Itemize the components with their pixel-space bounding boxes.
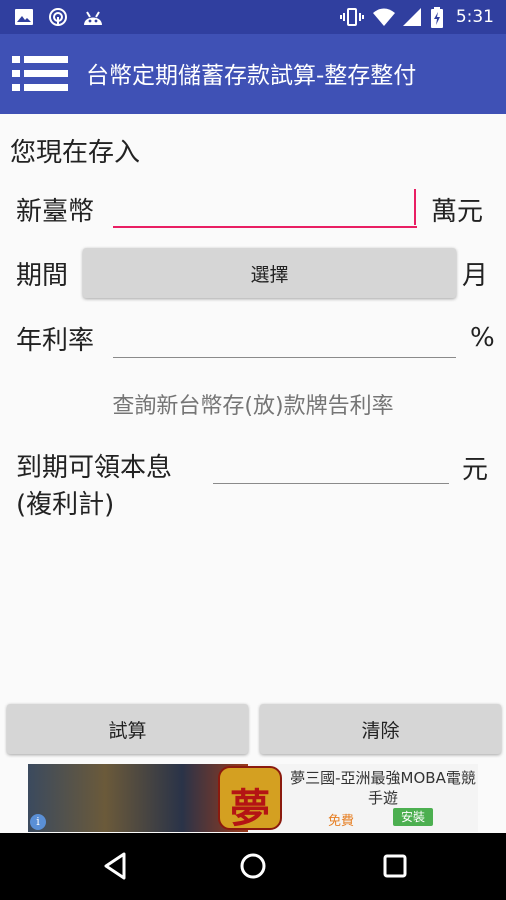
vibrate-icon	[340, 8, 364, 26]
rate-unit: %	[470, 323, 495, 353]
back-icon[interactable]	[100, 851, 130, 881]
period-label: 期間	[16, 261, 69, 291]
amount-input[interactable]	[113, 188, 417, 228]
calculate-button[interactable]: 試算	[7, 704, 248, 754]
result-label-line2: (複利計)	[16, 490, 115, 520]
ad-logo-text: 夢	[230, 786, 270, 832]
amount-unit: 萬元	[431, 197, 484, 227]
wifi-icon	[373, 8, 395, 26]
result-output	[213, 444, 449, 484]
battery-icon	[431, 7, 443, 28]
rate-query-link[interactable]: 查詢新台幣存(放)款牌告利率	[0, 388, 506, 420]
status-time: 5:31	[455, 7, 494, 27]
ad-banner[interactable]: 夢 夢三國-亞洲最強MOBA電競手遊 免費 安裝 i	[28, 764, 478, 832]
app-bar: 台幣定期儲蓄存款試算-整存整付	[0, 34, 506, 114]
ad-app-logo[interactable]: 夢	[218, 766, 282, 832]
status-bar: 5:31	[0, 0, 506, 34]
target-icon	[49, 8, 67, 26]
text-cursor	[414, 189, 416, 225]
home-icon[interactable]	[238, 851, 268, 881]
amount-label: 新臺幣	[16, 197, 95, 227]
recents-icon[interactable]	[380, 851, 410, 881]
ad-title[interactable]: 夢三國-亞洲最強MOBA電競手遊	[288, 768, 478, 808]
result-unit: 元	[462, 455, 489, 485]
ad-game-image[interactable]	[28, 764, 248, 832]
period-select-button[interactable]: 選擇	[83, 248, 456, 298]
form-heading: 您現在存入	[10, 138, 141, 168]
image-icon	[15, 9, 33, 25]
ad-info-icon[interactable]: i	[30, 814, 46, 830]
android-icon	[84, 11, 102, 25]
navigation-bar	[0, 833, 506, 900]
signal-icon	[403, 8, 421, 26]
result-label-line1: 到期可領本息	[16, 453, 173, 483]
ad-free-label: 免費	[328, 814, 355, 829]
page-title: 台幣定期儲蓄存款試算-整存整付	[86, 63, 417, 89]
hamburger-menu-icon[interactable]	[12, 54, 68, 94]
ad-install-button[interactable]: 安裝	[393, 808, 433, 826]
rate-input[interactable]	[113, 318, 456, 358]
rate-label: 年利率	[16, 326, 95, 356]
clear-button[interactable]: 清除	[260, 704, 501, 754]
period-unit: 月	[462, 261, 489, 291]
